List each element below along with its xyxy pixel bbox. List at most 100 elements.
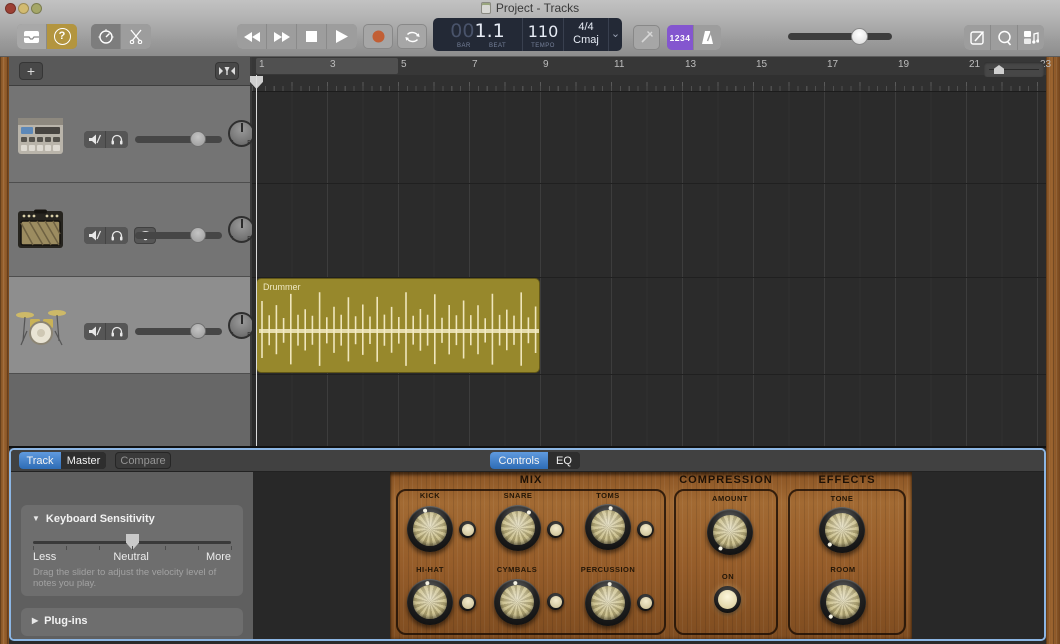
track-volume-slider[interactable]	[135, 131, 222, 147]
mute-button[interactable]	[84, 227, 106, 244]
kick-button[interactable]	[459, 521, 476, 538]
percussion-knob[interactable]	[585, 580, 631, 626]
track-row-socal-kyle[interactable]: L R	[9, 277, 255, 374]
loop-browser-button[interactable]	[991, 25, 1018, 50]
ruler-bar-number: 19	[898, 59, 910, 70]
tuner-button[interactable]	[633, 25, 660, 50]
zoom-slider-thumb[interactable]	[994, 65, 1004, 74]
ruler-bar-number: 13	[685, 59, 697, 70]
media-browser-button[interactable]	[1018, 25, 1044, 50]
compression-on-button[interactable]	[714, 586, 741, 613]
lane-divider	[252, 374, 1046, 375]
compare-button[interactable]: Compare	[115, 452, 171, 469]
playhead-line	[256, 75, 257, 446]
headphones-icon	[111, 230, 123, 241]
mute-speaker-icon	[89, 326, 101, 337]
library-button[interactable]	[17, 24, 47, 49]
track-lanes-area[interactable]: Drummer	[252, 92, 1046, 446]
keyboard-sensitivity-header[interactable]: ▼ Keyboard Sensitivity	[32, 513, 155, 525]
snare-button[interactable]	[547, 521, 564, 538]
pan-knob[interactable]: L R	[228, 216, 255, 243]
cymbals-button[interactable]	[547, 593, 564, 610]
tone-knob[interactable]	[819, 507, 865, 553]
percussion-button[interactable]	[637, 594, 654, 611]
smart-controls-icon	[98, 28, 113, 44]
quick-help-button[interactable]: ?	[47, 24, 77, 49]
track-volume-thumb[interactable]	[189, 323, 206, 339]
headphones-icon	[111, 134, 123, 145]
hihat-knob[interactable]	[407, 579, 453, 625]
lcd-tempo-value: 110	[527, 22, 559, 41]
stop-button[interactable]	[297, 24, 327, 49]
garageband-window: Project - Tracks ? 001.1 BAR BEAT 110 TE…	[0, 0, 1060, 644]
horizontal-zoom-slider[interactable]	[984, 62, 1044, 77]
stop-icon	[306, 31, 317, 42]
track-volume-thumb[interactable]	[189, 131, 206, 147]
track-row-guitar-1[interactable]: L R	[9, 183, 255, 277]
loop-browser-icon	[997, 30, 1011, 46]
editors-button[interactable]	[121, 24, 151, 49]
ruler-tick-row[interactable]	[252, 75, 1046, 92]
tab-track[interactable]: Track	[19, 452, 61, 469]
pan-knob[interactable]: L R	[228, 312, 255, 339]
forward-button[interactable]	[267, 24, 297, 49]
hihat-button[interactable]	[459, 594, 476, 611]
lcd-bar-leading-zeros: 00	[450, 20, 475, 42]
track-row-crate-digger[interactable]: L R	[9, 86, 255, 183]
drummer-region[interactable]: Drummer	[256, 278, 540, 373]
plugins-card[interactable]: ▶ Plug-ins	[21, 608, 243, 636]
ruler-bar-number: 5	[401, 59, 407, 70]
solo-button[interactable]	[106, 131, 128, 148]
play-button[interactable]	[327, 24, 357, 49]
solo-button[interactable]	[106, 227, 128, 244]
label-neutral: Neutral	[113, 551, 149, 563]
lcd-time-signature: 4/4	[578, 21, 594, 33]
keyboard-sensitivity-slider[interactable]	[33, 534, 231, 550]
cymbals-knob[interactable]	[494, 579, 540, 625]
track-volume-slider[interactable]	[135, 227, 222, 243]
ruler-bar-number: 1	[259, 59, 265, 70]
solo-button[interactable]	[106, 323, 128, 340]
tab-eq[interactable]: EQ	[548, 452, 580, 469]
ruler-bar-row[interactable]: 1 3 5 7 9 11 13 15 17 19 21 23	[252, 57, 1051, 75]
pan-knob[interactable]: L R	[228, 120, 255, 147]
rewind-button[interactable]	[237, 24, 267, 49]
drum-kit-plugin-panel: MIX COMPRESSION EFFECTS KICK SNARE TOMS …	[390, 472, 912, 639]
count-in-button[interactable]: 1234	[667, 25, 694, 50]
lcd-display[interactable]: 001.1 BAR BEAT 110 TEMPO 4/4 Cmaj ⌄	[433, 18, 622, 51]
add-track-button[interactable]: +	[19, 62, 43, 80]
cycle-button[interactable]	[397, 24, 427, 49]
mute-solo-group	[84, 323, 128, 340]
master-volume-thumb[interactable]	[850, 28, 868, 45]
tab-controls[interactable]: Controls	[490, 452, 548, 469]
disclosure-triangle-closed-icon: ▶	[32, 616, 39, 625]
smart-controls-button[interactable]	[91, 24, 121, 49]
mute-button[interactable]	[84, 323, 106, 340]
toms-knob[interactable]	[585, 504, 631, 550]
lcd-menu-zone[interactable]: ⌄	[609, 18, 622, 51]
toolbar: Project - Tracks ? 001.1 BAR BEAT 110 TE…	[0, 0, 1060, 57]
record-button[interactable]	[363, 24, 393, 49]
pan-needle	[240, 315, 243, 324]
pan-left-label: L	[232, 332, 236, 338]
plugins-header[interactable]: ▶ Plug-ins	[32, 615, 88, 627]
metronome-button[interactable]	[694, 25, 721, 50]
room-knob[interactable]	[820, 579, 866, 625]
media-browser-icon	[1024, 31, 1039, 44]
mute-button[interactable]	[84, 131, 106, 148]
on-label: ON	[721, 572, 735, 581]
hihat-label: HI-HAT	[416, 565, 444, 574]
track-filter-button[interactable]	[215, 62, 239, 80]
kick-knob[interactable]	[407, 506, 453, 552]
track-header-column: + L R L R L R	[9, 57, 255, 446]
snare-knob[interactable]	[495, 505, 541, 551]
master-volume-slider[interactable]	[788, 28, 892, 45]
track-volume-thumb[interactable]	[189, 227, 206, 243]
label-less: Less	[33, 551, 57, 563]
tab-master[interactable]: Master	[61, 452, 106, 469]
track-volume-slider[interactable]	[135, 323, 222, 339]
section-title-mix: MIX	[519, 474, 543, 486]
toms-button[interactable]	[637, 521, 654, 538]
note-pad-button[interactable]	[964, 25, 991, 50]
amount-knob[interactable]	[707, 509, 753, 555]
